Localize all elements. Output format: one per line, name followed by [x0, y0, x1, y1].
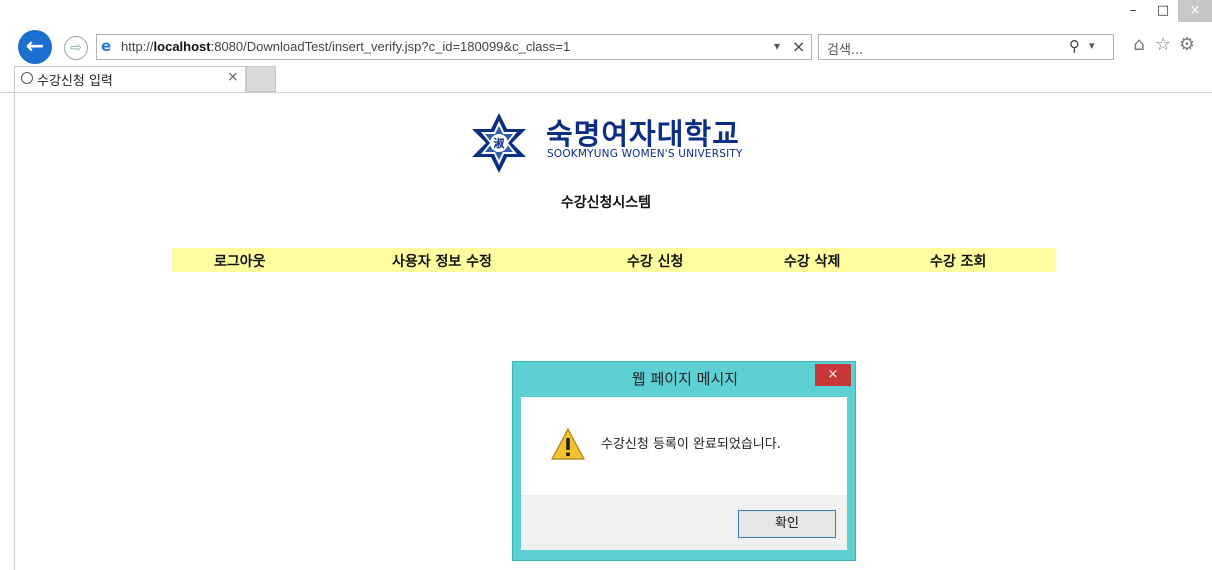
search-icon[interactable]: ⚲: [1069, 37, 1080, 55]
forward-button[interactable]: ⇨: [64, 36, 88, 60]
dialog-title: 웹 페이지 메시지: [631, 370, 739, 388]
logo-english-name: SOOKMYUNG WOMEN'S UNIVERSITY: [547, 148, 743, 160]
address-url[interactable]: http://localhost:8080/DownloadTest/inser…: [121, 39, 570, 54]
maximize-button[interactable]: □: [1148, 0, 1178, 22]
tab-active[interactable]: 수강신청 입력 ×: [14, 66, 246, 92]
menu-user-edit-link[interactable]: 사용자 정보 수정: [392, 251, 492, 271]
address-dropdown-icon[interactable]: ▾: [774, 39, 780, 53]
search-dropdown-icon[interactable]: ▾: [1089, 39, 1095, 52]
gear-icon[interactable]: ⚙: [1176, 34, 1198, 56]
address-bar[interactable]: e http://localhost:8080/DownloadTest/ins…: [96, 34, 812, 60]
dialog-footer: 확인: [521, 495, 847, 550]
menu-delete-link[interactable]: 수강 삭제: [784, 251, 840, 271]
tab-close-icon[interactable]: ×: [227, 69, 239, 85]
university-emblem-icon: 淑: [472, 113, 526, 173]
alert-dialog: 웹 페이지 메시지 × 수강신청 등록이 완료되었습니다. 확인: [512, 361, 856, 561]
menu-view-link[interactable]: 수강 조회: [930, 251, 986, 271]
page-border: [14, 93, 15, 570]
minimize-button[interactable]: –: [1118, 0, 1148, 22]
ok-button[interactable]: 확인: [738, 510, 836, 538]
favorites-star-icon[interactable]: ☆: [1152, 34, 1174, 56]
tab-divider: [0, 92, 1212, 93]
search-input[interactable]: 검색... ⚲ ▾: [818, 34, 1114, 60]
warning-icon: [551, 427, 585, 460]
main-menu: 로그아웃 사용자 정보 수정 수강 신청 수강 삭제 수강 조회: [172, 248, 1056, 272]
svg-text:淑: 淑: [494, 136, 505, 150]
loading-icon: [21, 72, 33, 84]
new-tab-button[interactable]: [246, 66, 276, 92]
dialog-close-button[interactable]: ×: [815, 364, 851, 386]
stop-icon[interactable]: ×: [792, 37, 805, 56]
back-button[interactable]: ←: [18, 30, 52, 64]
tab-title: 수강신청 입력: [37, 74, 113, 89]
ie-page-icon: e: [101, 37, 112, 55]
close-window-button[interactable]: ×: [1178, 0, 1212, 22]
menu-enroll-link[interactable]: 수강 신청: [627, 251, 683, 271]
dialog-body: 수강신청 등록이 완료되었습니다.: [521, 397, 847, 495]
menu-logout-link[interactable]: 로그아웃: [214, 251, 266, 271]
page-title: 수강신청시스템: [560, 195, 652, 211]
home-icon[interactable]: ⌂: [1128, 34, 1150, 56]
logo-korean-name: 숙명여자대학교: [546, 117, 740, 151]
dialog-message: 수강신청 등록이 완료되었습니다.: [601, 437, 781, 452]
search-placeholder: 검색...: [827, 43, 864, 58]
